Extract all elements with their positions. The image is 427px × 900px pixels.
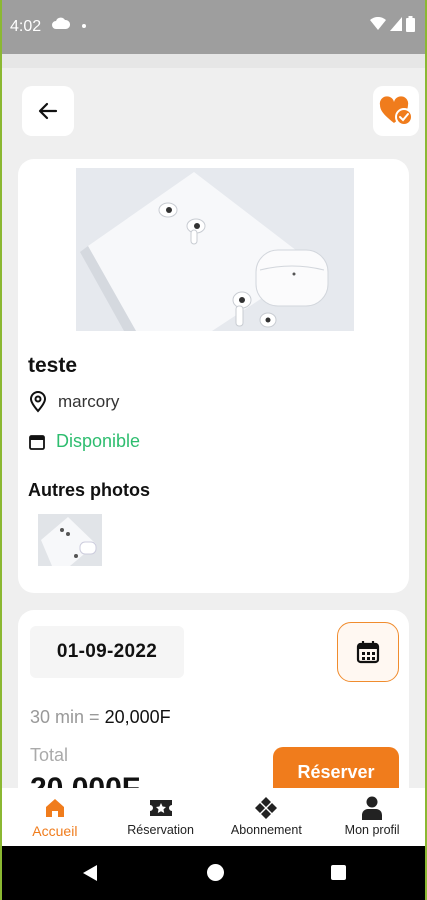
product-title: teste xyxy=(28,354,78,377)
rate-price: 20,000F xyxy=(104,707,171,727)
wifi-icon xyxy=(370,17,386,30)
tab-reservation[interactable]: Réservation xyxy=(108,788,214,846)
signal-icon xyxy=(390,17,402,31)
total-label: Total xyxy=(30,745,69,765)
location-text: marcory xyxy=(58,392,120,411)
back-button[interactable] xyxy=(22,86,74,136)
tab-label: Abonnement xyxy=(230,823,302,837)
map-pin-icon xyxy=(29,391,47,413)
nav-back-icon[interactable] xyxy=(82,864,98,882)
tab-label: Accueil xyxy=(32,823,78,839)
notification-dot-icon xyxy=(82,24,86,28)
nav-recents-icon[interactable] xyxy=(331,865,346,880)
earbuds-photo xyxy=(76,168,354,331)
tab-mon-profil[interactable]: Mon profil xyxy=(319,788,425,846)
cloud-icon xyxy=(52,17,70,29)
availability-status: Disponible xyxy=(56,431,141,451)
diamond-icon xyxy=(253,796,279,820)
tab-abonnement[interactable]: Abonnement xyxy=(214,788,320,846)
header-strip xyxy=(2,54,425,68)
status-bar: 4:02 xyxy=(2,0,425,54)
app-frame: 4:02 teste marcory Disponible Autres pho… xyxy=(0,0,427,900)
calendar-button[interactable] xyxy=(337,622,399,682)
other-photos-title: Autres photos xyxy=(28,480,151,500)
favorite-button[interactable] xyxy=(373,86,419,136)
system-nav-bar xyxy=(2,846,425,900)
calendar-icon xyxy=(356,641,380,664)
status-time: 4:02 xyxy=(10,18,42,35)
product-image[interactable] xyxy=(76,168,354,331)
tab-label: Mon profil xyxy=(344,823,400,837)
date-display[interactable]: 01-09-2022 xyxy=(30,626,184,678)
status-icons xyxy=(370,16,415,32)
availability-row: Disponible xyxy=(28,431,140,452)
app-content: teste marcory Disponible Autres photos 0… xyxy=(2,54,425,848)
rate-line: 30 min = 20,000F xyxy=(30,707,171,728)
person-icon xyxy=(359,796,385,820)
equals-sign: = xyxy=(89,707,100,727)
photo-thumbnail[interactable] xyxy=(38,514,102,566)
heart-check-icon xyxy=(379,96,413,126)
arrow-left-icon xyxy=(38,102,58,120)
tab-accueil[interactable]: Accueil xyxy=(2,788,108,846)
bottom-tab-bar: Accueil Réservation Abonnement Mon profi… xyxy=(2,788,425,846)
ticket-icon xyxy=(148,796,174,820)
nav-home-icon[interactable] xyxy=(207,864,224,881)
tab-label: Réservation xyxy=(127,823,194,837)
duration-text: 30 min xyxy=(30,707,85,727)
battery-icon xyxy=(406,16,415,32)
calendar-small-icon xyxy=(29,434,45,450)
thumbnail-photo xyxy=(38,514,102,566)
product-card: teste marcory Disponible Autres photos xyxy=(18,159,409,593)
home-icon xyxy=(42,796,68,820)
location-row: marcory xyxy=(28,391,119,413)
